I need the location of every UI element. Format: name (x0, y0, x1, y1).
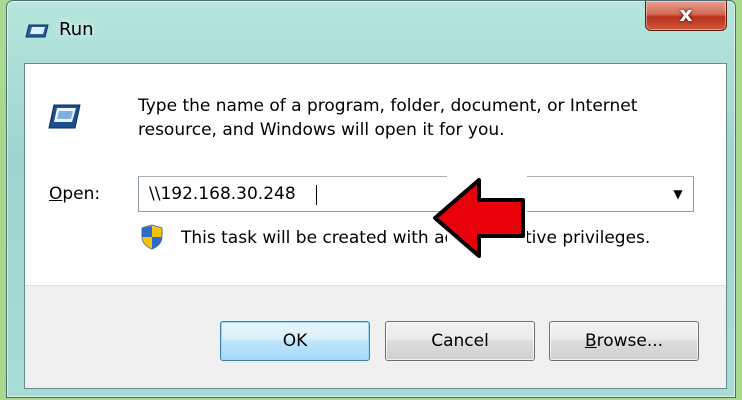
open-label: Open: (49, 184, 100, 204)
title-bar[interactable]: Run x (7, 1, 735, 63)
ok-button[interactable]: OK (220, 321, 370, 361)
run-window-icon (25, 24, 49, 38)
chevron-down-icon: ▼ (673, 187, 683, 201)
browse-accesskey: B (584, 331, 597, 351)
browse-label: rowse... (596, 331, 664, 351)
window-title: Run (59, 19, 94, 40)
run-dialog-window: Run x Type the name of a program, folder… (6, 0, 736, 398)
shield-icon (141, 224, 163, 250)
run-icon (48, 104, 81, 129)
text-caret (316, 185, 317, 205)
browse-button[interactable]: Browse... (549, 321, 699, 361)
open-label-accesskey: O (49, 184, 63, 204)
open-combobox[interactable]: \\192.168.30.248 ▼ (138, 176, 694, 212)
red-arrow-annotation (433, 174, 527, 262)
close-button[interactable]: x (645, 1, 727, 31)
cancel-button[interactable]: Cancel (385, 321, 535, 361)
button-strip: OK Cancel Browse... (25, 285, 726, 388)
dialog-client-area: Type the name of a program, folder, docu… (24, 63, 727, 389)
open-input[interactable]: \\192.168.30.248 (139, 177, 659, 211)
close-icon: x (679, 2, 693, 26)
open-label-text: pen: (62, 184, 101, 204)
dropdown-button[interactable]: ▼ (663, 177, 693, 211)
dialog-description: Type the name of a program, folder, docu… (138, 96, 638, 140)
